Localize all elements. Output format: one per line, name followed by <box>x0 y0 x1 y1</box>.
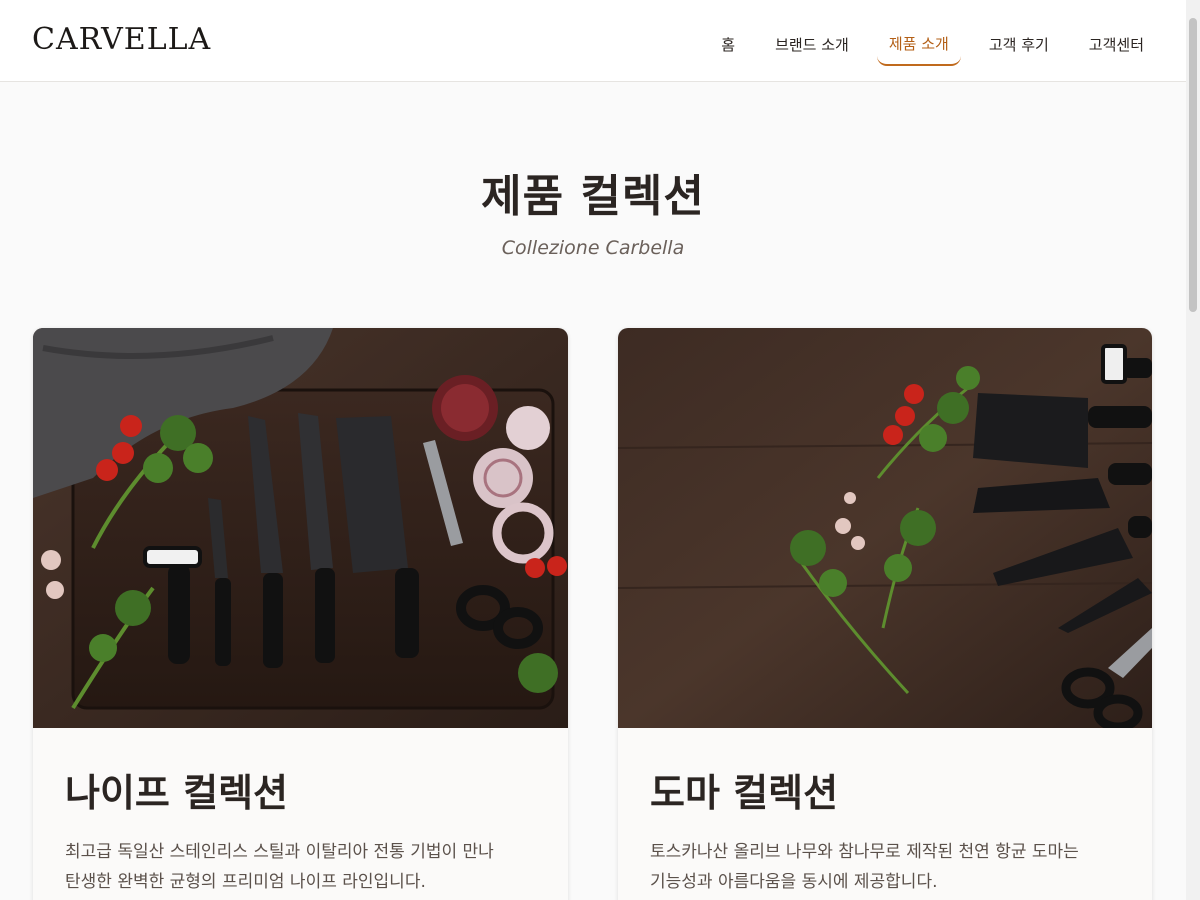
scrollbar-thumb[interactable] <box>1189 18 1197 312</box>
main-nav: 홈 브랜드 소개 제품 소개 고객 후기 고객센터 <box>693 22 1156 66</box>
cutting-board-collection-body: 도마 컬렉션 토스카나산 올리브 나무와 참나무로 제작된 천연 항균 도마는 … <box>618 728 1152 900</box>
nav-item-reviews[interactable]: 고객 후기 <box>977 22 1061 66</box>
nav-item-support[interactable]: 고객센터 <box>1077 22 1156 66</box>
card-description: 토스카나산 올리브 나무와 참나무로 제작된 천연 항균 도마는 기능성과 아름… <box>650 837 1120 897</box>
nav-item-brand[interactable]: 브랜드 소개 <box>763 22 861 66</box>
page-subtitle: Collezione Carbella <box>501 237 685 259</box>
cutting-board-collection-image <box>618 328 1152 728</box>
nav-item-home[interactable]: 홈 <box>709 22 747 66</box>
brand-logo[interactable]: CARVELLA <box>32 22 211 57</box>
cutting-board-collection-card[interactable]: 도마 컬렉션 토스카나산 올리브 나무와 참나무로 제작된 천연 항균 도마는 … <box>618 328 1152 900</box>
card-title: 도마 컬렉션 <box>650 771 839 815</box>
scrollbar[interactable] <box>1186 0 1200 900</box>
card-description-line: 기능성과 아름다움을 동시에 제공합니다. <box>650 872 938 892</box>
knife-collection-body: 나이프 컬렉션 최고급 독일산 스테인리스 스틸과 이탈리아 전통 기법이 만나… <box>33 728 568 900</box>
page-title: 제품 컬렉션 <box>481 171 705 222</box>
knife-collection-image <box>33 328 568 728</box>
nav-item-products[interactable]: 제품 소개 <box>876 22 961 66</box>
card-description-line: 최고급 독일산 스테인리스 스틸과 이탈리아 전통 기법이 만나 <box>65 842 494 862</box>
card-description-line: 토스카나산 올리브 나무와 참나무로 제작된 천연 항균 도마는 <box>650 842 1079 862</box>
knife-collection-card[interactable]: 나이프 컬렉션 최고급 독일산 스테인리스 스틸과 이탈리아 전통 기법이 만나… <box>33 328 568 900</box>
card-description-line: 탄생한 완벽한 균형의 프리미엄 나이프 라인입니다. <box>65 872 426 892</box>
card-title: 나이프 컬렉션 <box>65 771 288 815</box>
site-header: CARVELLA 홈 브랜드 소개 제품 소개 고객 후기 고객센터 <box>0 0 1186 82</box>
card-description: 최고급 독일산 스테인리스 스틸과 이탈리아 전통 기법이 만나 탄생한 완벽한… <box>65 837 536 897</box>
